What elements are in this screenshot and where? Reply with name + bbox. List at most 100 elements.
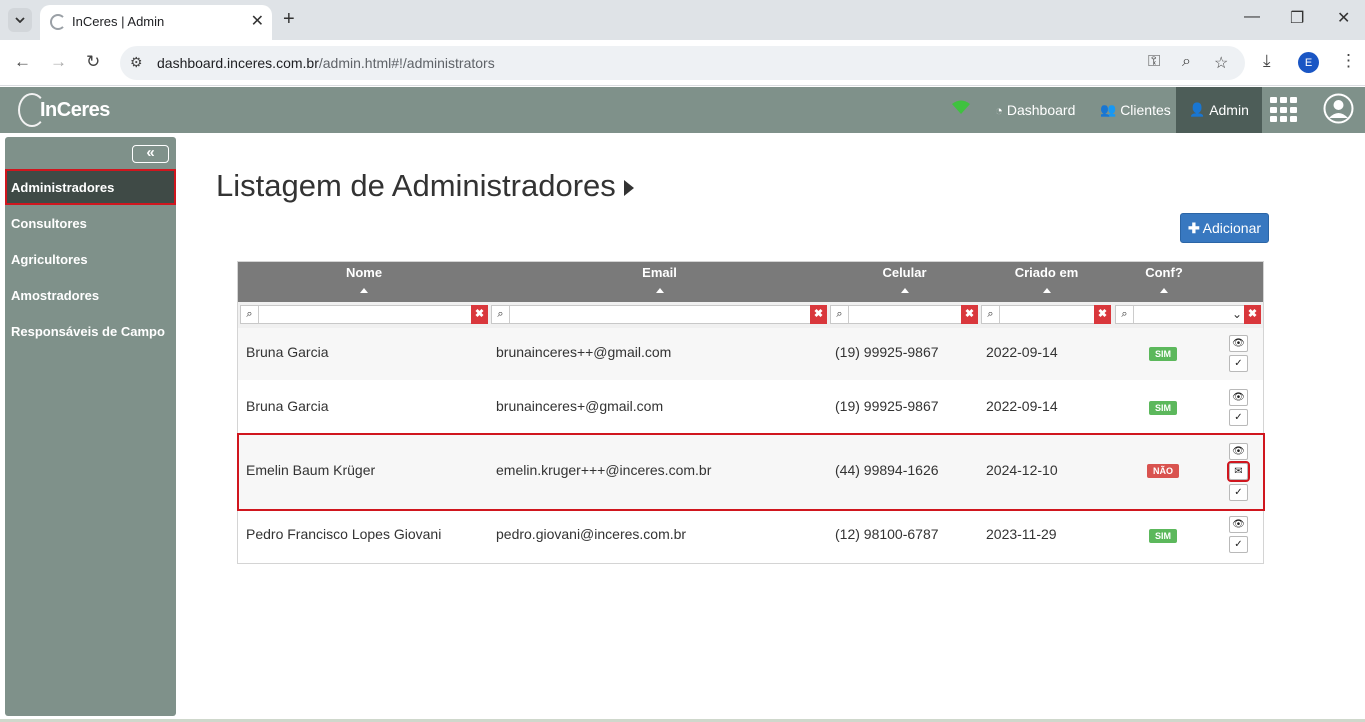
search-icon: ⌕ (241, 306, 259, 323)
minimize-icon[interactable]: — (1244, 8, 1260, 26)
chevron-down-icon (15, 17, 25, 23)
filter-conf-select[interactable]: ⌕ ⌄ ✖ (1115, 305, 1261, 324)
sidebar-item-responsaveis[interactable]: Responsáveis de Campo (5, 313, 176, 349)
users-icon: 👥 (1100, 102, 1117, 117)
sort-asc-icon[interactable] (655, 288, 664, 293)
search-icon: ⌕ (492, 306, 510, 323)
filter-celular-input[interactable]: ⌕ ✖ (830, 305, 978, 324)
column-header-celular[interactable]: Celular (829, 265, 980, 293)
reload-icon[interactable]: ↻ (86, 52, 100, 72)
user-account-icon[interactable] (1323, 93, 1354, 124)
search-icon: ⌕ (982, 306, 1000, 323)
tab-search-button[interactable] (8, 8, 32, 32)
site-info-icon[interactable]: ⚙ (130, 54, 143, 71)
view-eye-icon[interactable]: 👁 (1229, 516, 1248, 533)
filter-row: ⌕ ✖ ⌕ ✖ ⌕ ✖ ⌕ ✖ ⌕ ⌄ ✖ (238, 302, 1263, 328)
close-tab-icon[interactable]: ✕ (251, 11, 264, 31)
cell-criado: 2022-09-14 (986, 344, 1058, 360)
menu-icon[interactable]: ⋮ (1340, 51, 1357, 71)
page-title: Listagem de Administradores (216, 168, 634, 204)
cell-email: pedro.giovani@inceres.com.br (496, 526, 687, 542)
address-bar: ← → ↻ ⚙ dashboard.inceres.com.br/admin.h… (0, 40, 1365, 86)
dashboard-icon: ◔ (995, 102, 1003, 118)
sidebar-item-label: Amostradores (11, 287, 100, 303)
column-header-email[interactable]: Email (490, 265, 829, 293)
sidebar: « Administradores Consultores Agricultor… (5, 137, 176, 716)
status-badge: SIM (1149, 529, 1178, 543)
view-eye-icon[interactable]: 👁 (1229, 335, 1248, 352)
status-badge: SIM (1149, 401, 1178, 415)
star-icon[interactable]: ☆ (1214, 53, 1228, 73)
collapse-sidebar-button[interactable]: « (132, 145, 169, 163)
confirm-check-icon[interactable]: ✓ (1229, 409, 1248, 426)
forward-icon[interactable]: → (50, 52, 67, 72)
sort-asc-icon[interactable] (1042, 288, 1051, 293)
nav-dashboard-label: Dashboard (1006, 102, 1076, 118)
browser-tab[interactable]: InCeres | Admin ✕ (40, 5, 272, 40)
clear-filter-icon[interactable]: ✖ (1244, 305, 1261, 324)
sort-asc-icon[interactable] (900, 288, 909, 293)
nav-admin-label: Admin (1209, 102, 1249, 118)
clear-filter-icon[interactable]: ✖ (471, 305, 488, 324)
search-icon: ⌕ (1116, 306, 1134, 323)
logo-text: InCeres (40, 98, 110, 121)
restore-icon[interactable]: ❐ (1290, 8, 1304, 28)
nav-dashboard[interactable]: ◔ Dashboard (995, 87, 1075, 133)
caret-right-icon[interactable] (623, 179, 634, 196)
cell-celular: (19) 99925-9867 (835, 344, 939, 360)
table-header: Nome Email Celular Criado em Conf? (238, 262, 1263, 302)
cell-email: brunainceres+@gmail.com (496, 398, 664, 414)
cell-celular: (12) 98100-6787 (835, 526, 939, 542)
column-header-criado[interactable]: Criado em (980, 265, 1113, 293)
url-text: dashboard.inceres.com.br/admin.html#!/ad… (157, 55, 495, 71)
sort-asc-icon[interactable] (1160, 288, 1168, 293)
clear-filter-icon[interactable]: ✖ (961, 305, 978, 324)
confirm-check-icon[interactable]: ✓ (1229, 355, 1248, 372)
filter-criado-input[interactable]: ⌕ ✖ (981, 305, 1111, 324)
sidebar-item-administradores[interactable]: Administradores (5, 169, 176, 205)
nav-admin[interactable]: 👤 Admin (1176, 87, 1262, 133)
download-icon[interactable]: ⤓ (1263, 51, 1271, 71)
cell-nome: Bruna Garcia (246, 344, 329, 360)
sidebar-item-amostradores[interactable]: Amostradores (5, 277, 176, 313)
key-icon[interactable]: ⚿ (1148, 53, 1160, 71)
table-row[interactable]: Pedro Francisco Lopes Giovani pedro.giov… (238, 510, 1263, 563)
filter-nome-input[interactable]: ⌕ ✖ (240, 305, 488, 324)
nav-clientes-label: Clientes (1120, 102, 1171, 118)
url-input[interactable]: ⚙ dashboard.inceres.com.br/admin.html#!/… (120, 46, 1245, 80)
cell-email: brunainceres++@gmail.com (496, 344, 672, 360)
sidebar-item-label: Consultores (11, 215, 87, 231)
chevron-down-icon: ⌄ (1231, 307, 1242, 321)
tab-title: InCeres | Admin (72, 14, 165, 29)
table-row[interactable]: Bruna Garcia brunainceres++@gmail.com (1… (238, 328, 1263, 380)
nav-clientes[interactable]: 👥 Clientes (1100, 87, 1171, 133)
sidebar-item-label: Responsáveis de Campo (11, 323, 165, 339)
sidebar-item-consultores[interactable]: Consultores (5, 205, 176, 241)
view-eye-icon[interactable]: 👁 (1229, 389, 1248, 406)
user-plus-icon: 👤 (1189, 102, 1206, 117)
back-icon[interactable]: ← (14, 52, 31, 72)
sidebar-item-agricultores[interactable]: Agricultores (5, 241, 176, 277)
profile-avatar[interactable]: E (1298, 52, 1319, 73)
sidebar-item-label: Administradores (11, 179, 115, 195)
filter-email-input[interactable]: ⌕ ✖ (491, 305, 827, 324)
add-button-label: Adicionar (1202, 220, 1262, 236)
cell-criado: 2023-11-29 (986, 526, 1057, 542)
clear-filter-icon[interactable]: ✖ (1094, 305, 1111, 324)
confirm-check-icon[interactable]: ✓ (1229, 536, 1248, 553)
apps-grid-icon[interactable] (1270, 97, 1297, 123)
sort-asc-icon[interactable] (360, 288, 368, 293)
wifi-icon (950, 99, 972, 120)
column-header-conf[interactable]: Conf? (1113, 265, 1215, 293)
column-header-nome[interactable]: Nome (238, 265, 490, 293)
favicon-icon (50, 14, 66, 30)
clear-filter-icon[interactable]: ✖ (810, 305, 827, 324)
app-navbar: InCeres ◔ Dashboard 👥 Clientes 👤 Admin (0, 87, 1365, 133)
zoom-icon[interactable]: ⌕ (1182, 53, 1191, 71)
new-tab-icon[interactable]: + (283, 8, 295, 31)
add-administrator-button[interactable]: ✚ Adicionar (1180, 213, 1269, 243)
table-row[interactable]: Bruna Garcia brunainceres+@gmail.com (19… (238, 380, 1263, 434)
sidebar-item-label: Agricultores (11, 251, 88, 267)
inceres-logo[interactable]: InCeres (18, 92, 110, 128)
close-window-icon[interactable]: ✕ (1337, 8, 1350, 28)
